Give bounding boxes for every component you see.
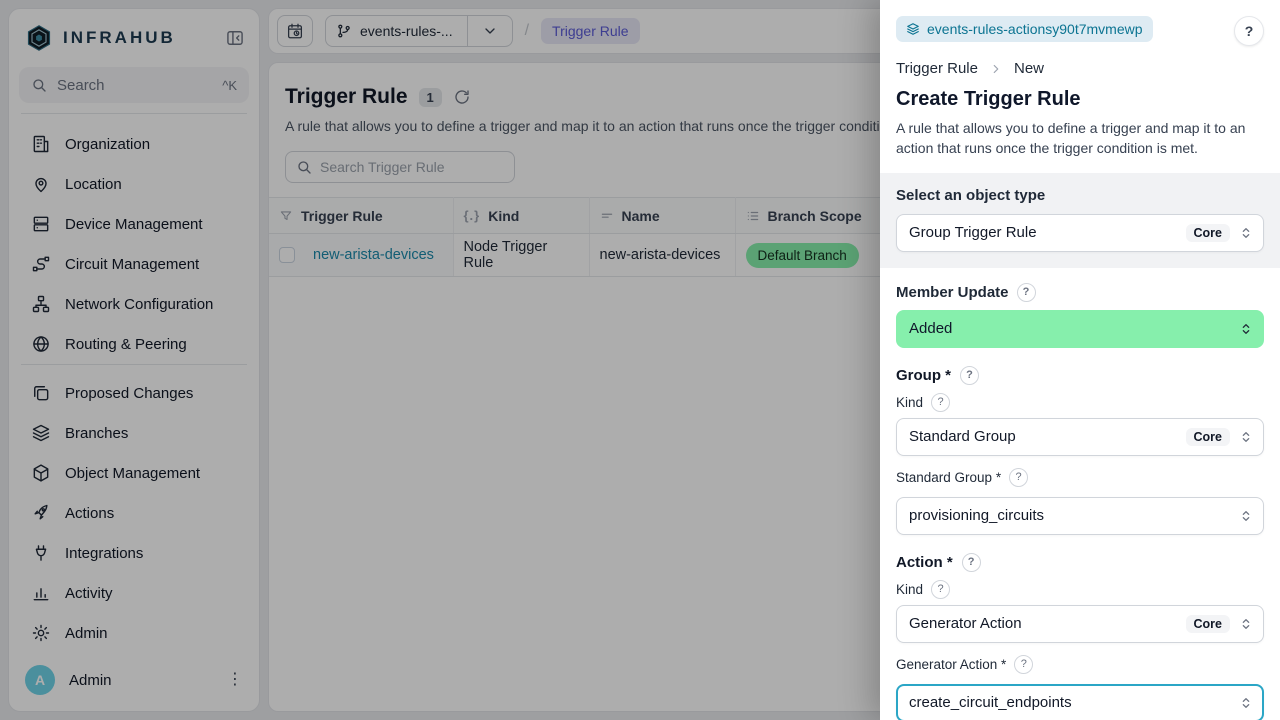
object-type-section: Select an object type Group Trigger Rule… [880, 173, 1280, 268]
member-update-label: Member Update [896, 284, 1009, 301]
action-kind-select[interactable]: Generator Action Core [896, 605, 1264, 643]
drawer-breadcrumb: Trigger Rule New [896, 60, 1264, 77]
generator-action-label: Generator Action * ? [896, 655, 1264, 674]
create-trigger-rule-drawer: events-rules-actionsy90t7mvmewp ? Trigge… [880, 0, 1280, 720]
generator-action-select[interactable]: create_circuit_endpoints [896, 684, 1264, 720]
breadcrumb-parent[interactable]: Trigger Rule [896, 60, 978, 77]
core-badge: Core [1186, 224, 1230, 242]
object-type-select[interactable]: Group Trigger Rule Core [896, 214, 1264, 252]
group-kind-select[interactable]: Standard Group Core [896, 418, 1264, 456]
chevrons-up-down-icon [1238, 321, 1254, 337]
core-badge: Core [1186, 428, 1230, 446]
help-circle-icon[interactable]: ? [1017, 283, 1036, 302]
chevrons-up-down-icon [1238, 429, 1254, 445]
action-section-label: Action * ? [896, 553, 1264, 572]
breadcrumb-current: New [1014, 60, 1044, 77]
chevrons-up-down-icon [1238, 616, 1254, 632]
chevrons-up-down-icon [1238, 225, 1254, 241]
help-circle-icon[interactable]: ? [931, 580, 950, 599]
help-button[interactable]: ? [1234, 16, 1264, 46]
core-badge: Core [1186, 615, 1230, 633]
drawer-form: Member Update ? Added Group * ? Kind ? S… [880, 268, 1280, 720]
chevron-right-icon [989, 62, 1003, 76]
help-circle-icon[interactable]: ? [931, 393, 950, 412]
standard-group-label: Standard Group * ? [896, 468, 1264, 487]
help-circle-icon[interactable]: ? [1009, 468, 1028, 487]
drawer-title: Create Trigger Rule [896, 88, 1264, 111]
branch-badge[interactable]: events-rules-actionsy90t7mvmewp [896, 16, 1153, 42]
action-kind-label: Kind ? [896, 580, 1264, 599]
member-update-select[interactable]: Added [896, 310, 1264, 348]
group-kind-label: Kind ? [896, 393, 1264, 412]
layers-icon [906, 22, 920, 36]
help-circle-icon[interactable]: ? [960, 366, 979, 385]
help-circle-icon[interactable]: ? [962, 553, 981, 572]
chevrons-up-down-icon [1238, 695, 1254, 711]
chevrons-up-down-icon [1238, 508, 1254, 524]
help-circle-icon[interactable]: ? [1014, 655, 1033, 674]
drawer-description: A rule that allows you to define a trigg… [896, 118, 1264, 173]
group-section-label: Group * ? [896, 366, 1264, 385]
standard-group-select[interactable]: provisioning_circuits [896, 497, 1264, 535]
object-type-label: Select an object type [896, 187, 1264, 204]
